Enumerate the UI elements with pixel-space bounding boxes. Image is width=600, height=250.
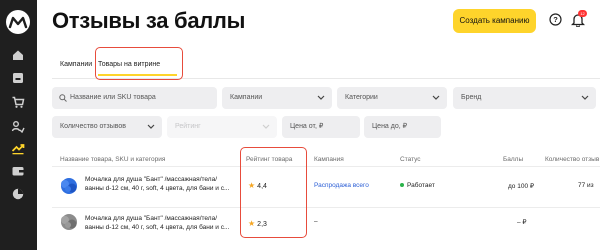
sidebar (0, 0, 37, 250)
product-name[interactable]: Мочалка для душа "Бант" /массажная/тела/… (85, 214, 235, 232)
column-header-product[interactable]: Название товара, SKU и категория (60, 156, 165, 163)
campaign-select-label: Кампании (230, 94, 263, 101)
campaign-value: – (314, 218, 318, 225)
page-title: Отзывы за баллы (52, 8, 246, 33)
create-campaign-button[interactable]: Создать кампанию (453, 9, 536, 33)
price-from-placeholder: Цена от, ₽ (290, 123, 324, 130)
cart-icon[interactable] (11, 95, 25, 109)
wallet-icon[interactable] (11, 164, 25, 178)
campaign-link[interactable]: Распродажа всего (314, 182, 369, 189)
chevron-down-icon (262, 124, 270, 129)
help-icon[interactable]: ? (549, 13, 562, 26)
status-text: Работает (407, 182, 435, 189)
chevron-down-icon (432, 95, 440, 100)
reviews-count-label: Количество отзывов (60, 123, 126, 130)
brand-select[interactable]: Бренд (453, 87, 596, 109)
rating-select: Рейтинг (167, 116, 277, 138)
pie-chart-icon[interactable] (11, 187, 25, 201)
highlight-frame-tab (95, 47, 183, 80)
column-header-reviews-count[interactable]: Количество отзыв (545, 156, 599, 163)
highlight-frame-rating-column (240, 147, 307, 238)
status-badge: Работает (400, 182, 435, 189)
column-header-status[interactable]: Статус (400, 156, 421, 163)
reviews-count-select[interactable]: Количество отзывов (52, 116, 162, 138)
column-header-campaign[interactable]: Кампания (314, 156, 344, 163)
chevron-down-icon (317, 95, 325, 100)
reviews-count-value: 77 из (578, 182, 594, 189)
product-image-grey (61, 214, 77, 230)
points-value: до 100 ₽ (508, 183, 534, 190)
column-header-points[interactable]: Баллы (503, 156, 523, 163)
product-name[interactable]: Мочалка для душа "Бант" /массажная/тела/… (85, 175, 235, 193)
dashboard-icon[interactable] (11, 71, 25, 85)
chevron-down-icon (147, 124, 155, 129)
chevron-down-icon (581, 95, 589, 100)
chart-trend-icon[interactable] (11, 141, 25, 155)
notification-badge: 12 (578, 10, 587, 17)
row-divider (52, 207, 600, 208)
category-select-label: Категории (345, 94, 378, 101)
status-dot-icon (400, 183, 404, 188)
category-select[interactable]: Категории (337, 87, 447, 109)
product-image-blue (61, 178, 77, 194)
price-to-input[interactable]: Цена до, ₽ (364, 116, 441, 138)
svg-text:?: ? (553, 15, 558, 24)
search-icon (59, 94, 67, 102)
points-value: – ₽ (517, 219, 527, 226)
price-to-placeholder: Цена до, ₽ (372, 123, 408, 130)
search-placeholder: Название или SKU товара (70, 94, 156, 101)
home-icon[interactable] (11, 48, 25, 62)
tab-campaigns[interactable]: Кампании (60, 61, 92, 75)
market-logo[interactable] (6, 10, 30, 34)
people-icon[interactable] (11, 119, 25, 133)
search-input[interactable]: Название или SKU товара (52, 87, 217, 109)
campaign-select[interactable]: Кампании (222, 87, 332, 109)
price-from-input[interactable]: Цена от, ₽ (282, 116, 360, 138)
rating-select-label: Рейтинг (175, 123, 201, 130)
brand-select-label: Бренд (461, 94, 482, 101)
table-header-divider (52, 166, 600, 167)
